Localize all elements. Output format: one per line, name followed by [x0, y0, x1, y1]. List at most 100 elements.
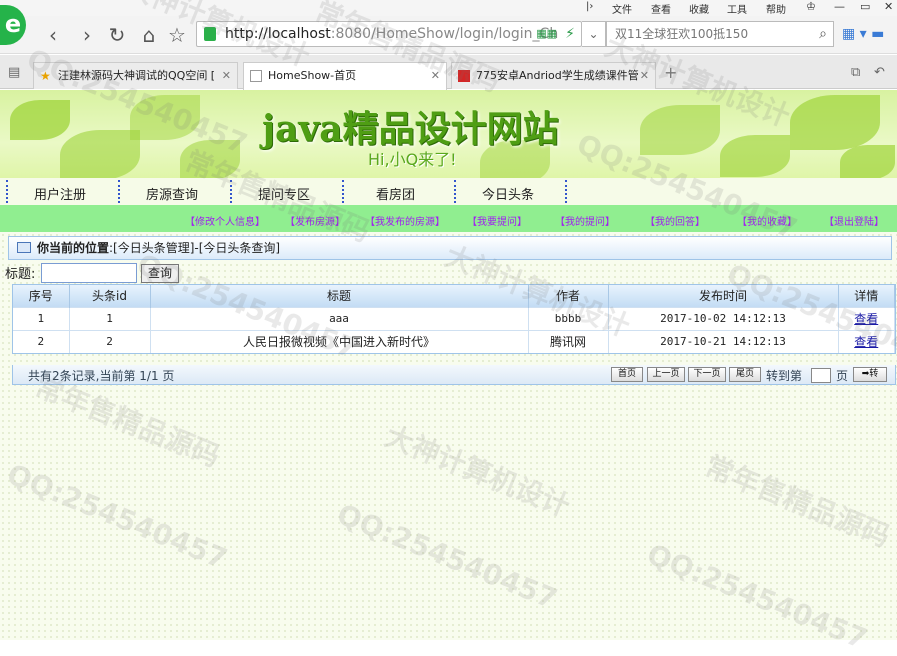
link-ask-question[interactable]: 【我要提问】 — [467, 213, 527, 228]
address-bar[interactable]: http://localhost:8080/HomeShow/login/log… — [196, 21, 582, 47]
forward-icon[interactable]: › — [74, 22, 100, 48]
page-number-input[interactable] — [811, 368, 831, 383]
cell-detail: 查看 — [838, 329, 895, 353]
user-nav: 【修改个人信息】 【发布房源】 【我发布的房源】 【我要提问】 【我的提问】 【… — [0, 205, 897, 232]
search-icon[interactable]: ⌕ — [819, 22, 827, 46]
cell-id: 1 — [69, 306, 151, 330]
qr-code-icon[interactable]: ▦▦ — [536, 22, 557, 46]
cell-id: 2 — [69, 329, 151, 353]
nav-separator — [565, 180, 567, 203]
close-tab-icon[interactable]: ✕ — [640, 63, 649, 89]
go-button[interactable]: ➡转 — [853, 367, 887, 382]
minimize-icon[interactable]: — — [834, 0, 845, 13]
table-row: 1 1 aaa bbbb 2017-10-02 14:12:13 查看 — [13, 306, 895, 330]
browser-search-box[interactable]: 双11全球狂欢100抵150 ⌕ — [606, 21, 834, 47]
nav-separator — [6, 180, 8, 203]
title-label: 标题: — [5, 267, 36, 282]
link-publish-house[interactable]: 【发布房源】 — [285, 213, 345, 228]
nav-register[interactable]: 用户注册 — [34, 184, 86, 203]
page-icon — [250, 70, 262, 82]
headline-table: 序号 头条id 标题 作者 发布时间 详情 1 1 aaa bbbb 2017-… — [12, 284, 896, 354]
new-tab-icon[interactable]: + — [664, 63, 677, 82]
close-tab-icon[interactable]: ✕ — [222, 63, 231, 89]
tab-homeshow[interactable]: HomeShow-首页 ✕ — [243, 62, 447, 90]
address-host: http://localhost — [225, 26, 331, 42]
back-icon[interactable]: ‹ — [40, 22, 66, 48]
menu-favorites[interactable]: 收藏 — [689, 1, 709, 16]
view-detail-link[interactable]: 查看 — [854, 312, 878, 326]
leaf-decoration — [130, 95, 200, 140]
table-row: 2 2 人民日报微视频《中国进入新时代》 腾讯网 2017-10-21 14:1… — [13, 329, 895, 353]
menu-file[interactable]: 文件 — [612, 1, 632, 16]
main-nav: 用户注册 房源查询 提问专区 看房团 今日头条 — [0, 178, 897, 205]
col-index-header: 序号 — [13, 285, 70, 307]
cell-title: aaa — [150, 306, 529, 330]
lightning-icon[interactable]: ⚡ — [565, 22, 575, 46]
nav-house-search[interactable]: 房源查询 — [146, 184, 198, 203]
home-icon[interactable]: ⌂ — [136, 22, 162, 48]
page-unit-label: 页 — [836, 369, 849, 383]
star-icon: ★ — [40, 69, 51, 83]
content-area: 你当前的位置:[今日头条管理]-[今日头条查询] 标题: 查询 序号 头条id … — [0, 232, 897, 640]
menu-help[interactable]: 帮助 — [766, 1, 786, 16]
link-logout[interactable]: 【退出登陆】 — [824, 213, 884, 228]
query-button[interactable]: 查询 — [141, 264, 179, 283]
menu-separator-icon: |› — [586, 1, 594, 12]
cell-time: 2017-10-02 14:12:13 — [608, 306, 839, 330]
address-dropdown-icon[interactable]: ⌄ — [582, 21, 606, 47]
cell-index: 2 — [13, 329, 70, 353]
nav-separator — [454, 180, 456, 203]
tab-label: 汪建林源码大神调试的QQ空间 [ — [58, 69, 216, 82]
tab-android-course[interactable]: 775安卓Andriod学生成绩课件管 ✕ — [451, 62, 656, 89]
leaf-decoration — [840, 145, 895, 178]
nav-separator — [118, 180, 120, 203]
pagination-bar: 共有2条记录,当前第 1/1 页 首页 上一页 下一页 尾页 转到第 页 ➡转 — [12, 365, 896, 385]
close-tab-icon[interactable]: ✕ — [431, 63, 440, 89]
last-page-button[interactable]: 尾页 — [729, 367, 761, 382]
nav-separator — [342, 180, 344, 203]
nav-headlines[interactable]: 今日头条 — [482, 184, 534, 203]
tab-qq-space[interactable]: ★ 汪建林源码大神调试的QQ空间 [ ✕ — [33, 62, 238, 89]
link-my-answers[interactable]: 【我的回答】 — [645, 213, 705, 228]
refresh-icon[interactable]: ↻ — [104, 22, 130, 48]
leaf-decoration — [640, 105, 720, 155]
browser-toolbar: ‹ › ↻ ⌂ ☆ http://localhost:8080/HomeShow… — [0, 16, 897, 54]
undo-close-icon[interactable]: ↶ — [874, 65, 885, 80]
link-edit-profile[interactable]: 【修改个人信息】 — [185, 213, 265, 228]
link-my-houses[interactable]: 【我发布的房源】 — [365, 213, 445, 228]
col-detail-header: 详情 — [838, 285, 895, 307]
site-favicon-icon — [458, 70, 470, 82]
tab-strip: ▤ ★ 汪建林源码大神调试的QQ空间 [ ✕ HomeShow-首页 ✕ 775… — [0, 55, 897, 90]
tab-restore-icon[interactable]: ⧉ — [851, 65, 860, 80]
nav-house-tour[interactable]: 看房团 — [376, 184, 415, 203]
maximize-icon[interactable]: ▭ — [860, 0, 870, 13]
site-banner: java精品设计网站 Hi,小Q来了! — [0, 90, 897, 178]
prev-page-button[interactable]: 上一页 — [647, 367, 685, 382]
leaf-decoration — [720, 135, 790, 177]
favorite-star-icon[interactable]: ☆ — [164, 22, 190, 48]
menu-view[interactable]: 查看 — [651, 1, 671, 16]
link-my-favorites[interactable]: 【我的收藏】 — [737, 213, 797, 228]
view-detail-link[interactable]: 查看 — [854, 335, 878, 349]
breadcrumb-prefix: 你当前的位置 — [37, 241, 110, 255]
col-time-header: 发布时间 — [608, 285, 839, 307]
breadcrumb-path: :[今日头条管理]-[今日头条查询] — [109, 241, 281, 255]
apps-grid-icon[interactable]: ▦ ▾ ▬ — [842, 26, 884, 42]
search-form: 标题: 查询 — [5, 263, 179, 285]
cell-detail: 查看 — [838, 306, 895, 330]
next-page-button[interactable]: 下一页 — [688, 367, 726, 382]
nav-questions[interactable]: 提问专区 — [258, 184, 310, 203]
record-summary: 共有2条记录,当前第 1/1 页 — [28, 369, 175, 383]
browser-menubar: |› 文件 查看 收藏 工具 帮助 ♔ — ▭ ✕ — [0, 0, 897, 16]
menu-tools[interactable]: 工具 — [727, 1, 747, 16]
link-my-questions[interactable]: 【我的提问】 — [555, 213, 615, 228]
first-page-button[interactable]: 首页 — [611, 367, 643, 382]
title-search-input[interactable] — [41, 263, 137, 283]
leaf-decoration — [60, 130, 140, 178]
panel-icon — [17, 242, 31, 253]
tab-list-icon[interactable]: ▤ — [8, 65, 20, 80]
cell-index: 1 — [13, 306, 70, 330]
tab-label: HomeShow-首页 — [268, 69, 357, 82]
skin-icon[interactable]: ♔ — [806, 0, 816, 13]
close-window-icon[interactable]: ✕ — [884, 0, 893, 13]
